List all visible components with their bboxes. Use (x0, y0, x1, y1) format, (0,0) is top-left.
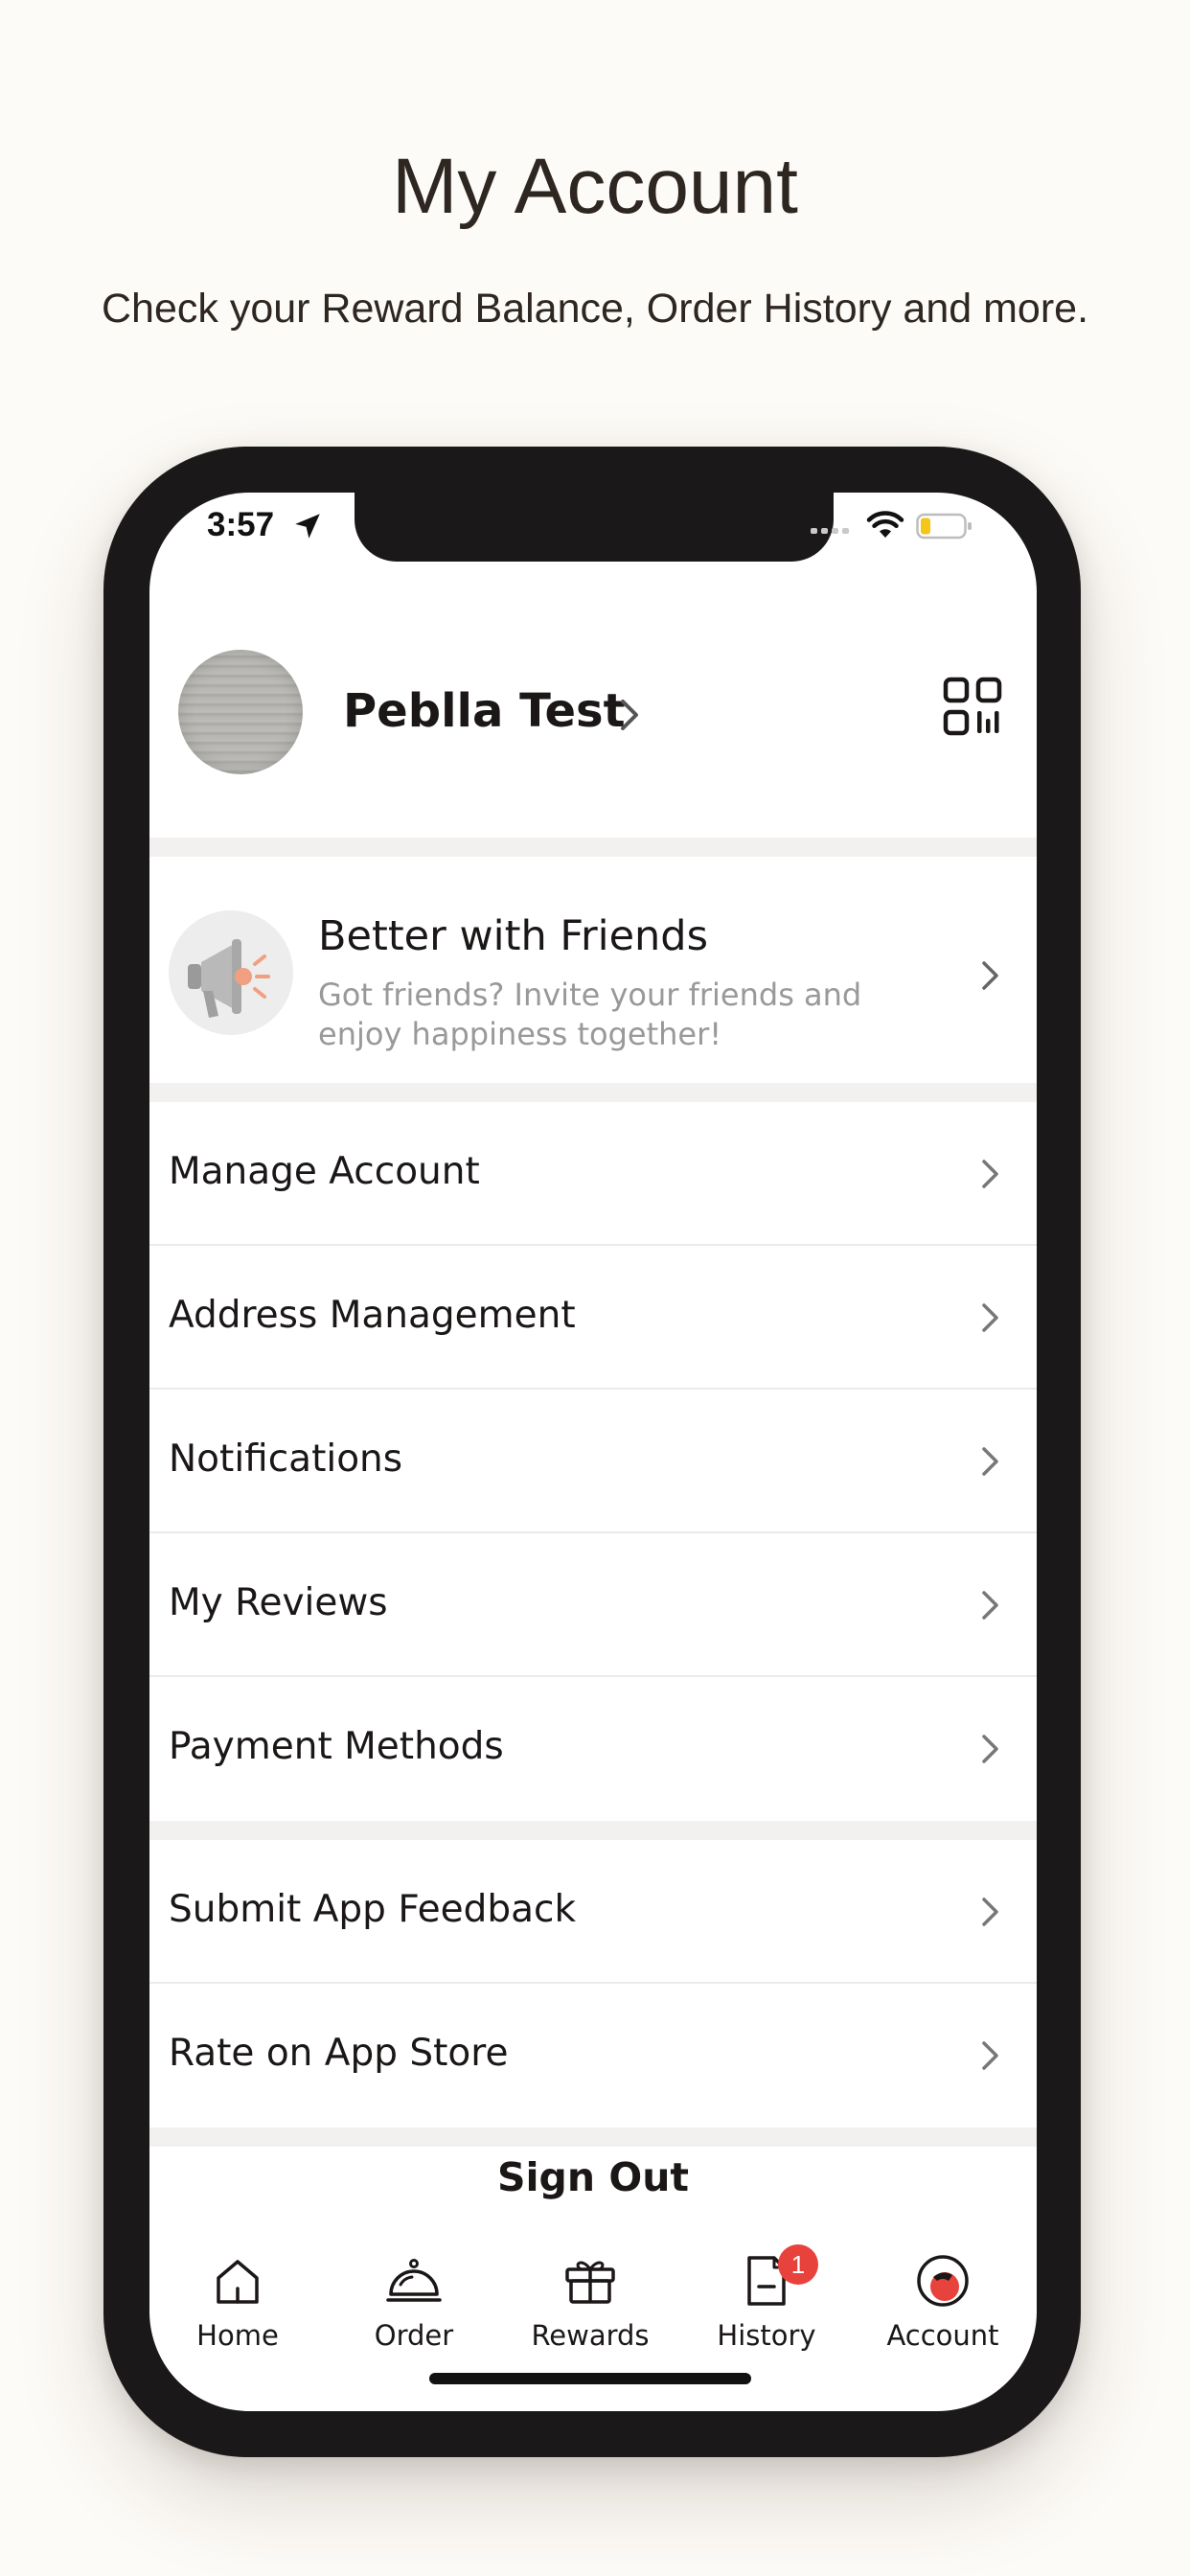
menu-item-my-reviews[interactable]: My Reviews (149, 1533, 1037, 1677)
section-divider (149, 1821, 1037, 1840)
qr-code-icon[interactable] (943, 677, 1002, 736)
status-icons (811, 508, 993, 546)
chevron-right-icon (982, 1303, 998, 1332)
cloche-icon (386, 2259, 442, 2302)
chevron-right-icon (982, 1447, 998, 1476)
phone-screen: 3:57 Peblla Test Better with Friends Got… (149, 493, 1037, 2411)
tab-label: Order (374, 2319, 454, 2352)
menu-item-label: Notifications (169, 1438, 403, 1481)
section-divider (149, 838, 1037, 857)
tab-label: Rewards (531, 2319, 650, 2352)
tab-rewards[interactable]: Rewards (502, 2250, 678, 2356)
battery-icon (916, 513, 972, 540)
tab-label: History (717, 2319, 816, 2352)
account-icon (917, 2255, 969, 2307)
invite-icon-circle (169, 910, 293, 1035)
menu-item-manage-account[interactable]: Manage Account (149, 1102, 1037, 1246)
chevron-right-icon (621, 700, 638, 730)
menu-item-rate-app-store[interactable]: Rate on App Store (149, 1984, 1037, 2128)
profile-header[interactable]: Peblla Test (149, 640, 1037, 782)
chevron-right-icon (982, 1898, 998, 1926)
invite-friends-banner[interactable]: Better with Friends Got friends? Invite … (149, 857, 1037, 1083)
avatar[interactable] (178, 650, 303, 774)
chevron-right-icon (982, 1160, 998, 1188)
menu-item-notifications[interactable]: Notifications (149, 1390, 1037, 1533)
tab-home[interactable]: Home (149, 2250, 326, 2356)
chevron-right-icon (982, 2041, 998, 2070)
invite-title: Better with Friends (318, 912, 709, 960)
megaphone-icon (188, 939, 270, 1018)
home-icon (217, 2260, 259, 2304)
signal-icon (811, 528, 849, 534)
status-time: 3:57 (207, 506, 275, 543)
tab-order[interactable]: Order (326, 2250, 502, 2356)
menu-item-label: Submit App Feedback (169, 1888, 577, 1931)
tab-account[interactable]: Account (855, 2250, 1031, 2356)
menu-item-label: Manage Account (169, 1150, 480, 1193)
section-divider (149, 1083, 1037, 1102)
promo-title: My Account (392, 143, 798, 230)
notch (355, 493, 834, 562)
home-indicator (429, 2373, 751, 2384)
location-arrow-icon (295, 514, 320, 539)
wifi-icon (866, 511, 904, 538)
tab-label: Account (886, 2319, 999, 2352)
gift-icon (565, 2261, 615, 2304)
promo-subtitle: Check your Reward Balance, Order History… (101, 286, 1089, 332)
menu-item-payment-methods[interactable]: Payment Methods (149, 1677, 1037, 1821)
section-divider (149, 2128, 1037, 2147)
menu-item-label: Payment Methods (169, 1725, 504, 1768)
invite-description: Got friends? Invite your friends and enj… (318, 977, 862, 1052)
history-badge: 1 (778, 2244, 818, 2285)
chevron-right-icon (982, 961, 998, 990)
chevron-right-icon (982, 1591, 998, 1620)
menu-item-label: Rate on App Store (169, 2032, 509, 2075)
menu-item-label: Address Management (169, 1294, 576, 1337)
profile-name[interactable]: Peblla Test (343, 684, 626, 738)
tab-history[interactable]: 1 History (678, 2244, 855, 2356)
menu-item-submit-feedback[interactable]: Submit App Feedback (149, 1840, 1037, 1984)
menu-item-label: My Reviews (169, 1581, 388, 1624)
tab-label: Home (196, 2319, 279, 2352)
sign-out-button[interactable]: Sign Out (149, 2154, 1037, 2200)
phone-frame: 3:57 Peblla Test Better with Friends Got… (103, 447, 1081, 2457)
tab-bar: Home Order Rewards 1 History Account (149, 2244, 1037, 2356)
menu-item-address-management[interactable]: Address Management (149, 1246, 1037, 1390)
chevron-right-icon (982, 1735, 998, 1763)
